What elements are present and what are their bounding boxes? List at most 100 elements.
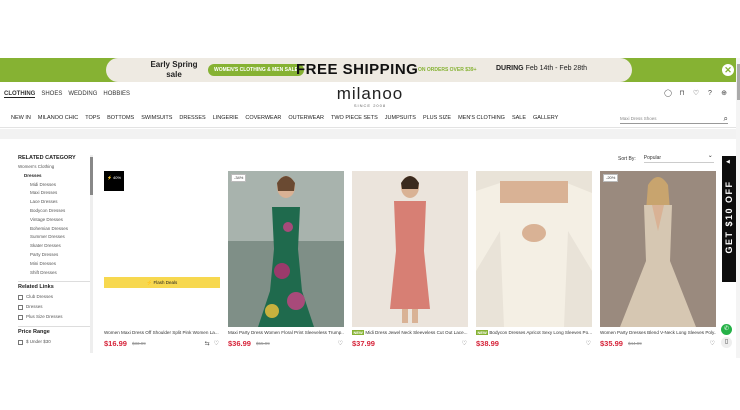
help-icon[interactable]: ? [706,90,714,98]
wishlist-icon[interactable]: ♡ [692,90,700,98]
search-icon[interactable]: ⌕ [724,114,728,123]
product-title[interactable]: Maxi Party Dress Women Floral Print Slee… [228,330,344,335]
price-range-checkbox[interactable]: $ Under $30 [18,337,92,347]
account-icon[interactable]: ◯ [664,90,672,98]
wishlist-icon[interactable]: ♡ [338,340,343,347]
product-title[interactable]: Women Maxi Dress Off Shoulder Split Pink… [104,330,220,335]
subcategory-item[interactable]: Bohemian Dresses [18,225,92,234]
product-card[interactable]: NEW Midi Dress Jewel Neck Sleeveless Cut … [352,171,468,351]
wishlist-icon[interactable]: ♡ [214,340,219,347]
divider-strip [0,129,740,139]
nav-dresses[interactable]: DRESSES [179,115,205,121]
subcategory-item[interactable]: Summer Dresses [18,233,92,242]
search-placeholder: Maxi Dress Shoes [620,116,657,121]
category-current[interactable]: Dresses [18,172,92,181]
nav-bottoms[interactable]: BOTTOMS [107,115,134,121]
search-input[interactable]: Maxi Dress Shoes ⌕ [620,114,728,124]
logo-text: milanoo [336,84,404,103]
related-link-checkbox[interactable]: Plus Size Dresses [18,312,92,322]
discount-badge: -34% [231,174,247,182]
top-cat-shoes[interactable]: SHOES [41,91,62,98]
product-old-price: $44.99 [628,341,642,346]
product-title[interactable]: NEW Midi Dress Jewel Neck Sleeveless Cut … [352,330,468,335]
nav-items: NEW IN MILANOO CHIC TOPS BOTTOMS SWIMSUI… [11,115,558,121]
product-actions: ⇆ ♡ [205,340,219,347]
nav-gallery[interactable]: GALLERY [533,115,558,121]
nav-coverwear[interactable]: COVERWEAR [245,115,281,121]
top-cat-clothing[interactable]: CLOTHING [4,91,36,98]
nav-swimsuits[interactable]: SWIMSUITS [141,115,172,121]
product-old-price: $55.99 [256,341,270,346]
subcategory-item[interactable]: Vintage Dresses [18,216,92,225]
product-image[interactable]: -34% [228,171,344,327]
product-card[interactable]: ⚡ 40% ⚡ Flash Deals Women Maxi Dress Off… [104,171,220,351]
product-actions: ♡ [338,340,343,347]
subcategory-item[interactable]: Skater Dresses [18,242,92,251]
product-image[interactable]: -20% [600,171,716,327]
flash-deals-bar[interactable]: ⚡ Flash Deals [104,277,220,288]
nav-milanoo-chic[interactable]: MILANOO CHIC [38,115,78,121]
page-scrollbar[interactable] [736,58,740,358]
share-icon[interactable]: ⇆ [205,340,210,347]
product-card[interactable]: NEW Bodycon Dresses Apricot Sexy Long Sle… [476,171,592,351]
order-threshold: ON ORDERS OVER $39+ [418,67,477,73]
wishlist-icon[interactable]: ♡ [710,340,715,347]
top-category-nav: CLOTHING SHOES WEDDING HOBBIES [4,91,130,98]
nav-jumpsuits[interactable]: JUMPSUITS [385,115,416,121]
wishlist-icon[interactable]: ♡ [586,340,591,347]
nav-sale[interactable]: SALE [512,115,526,121]
nav-tops[interactable]: TOPS [85,115,100,121]
product-title[interactable]: Women Party Dresses Blend V-Neck Long Sl… [600,330,716,335]
globe-icon[interactable]: ⊕ [720,90,728,98]
subcategory-item[interactable]: Mini Dresses [18,260,92,269]
site-logo[interactable]: milanoo SINCE 2008 [300,84,440,109]
product-image[interactable]: ⚡ 40% ⚡ Flash Deals [104,171,220,327]
promo-banner-card: Early Spring sale WOMEN'S CLOTHING & MEN… [106,58,632,82]
mobile-app-icon[interactable]: ▯ [721,337,732,348]
nav-outerwear[interactable]: OUTERWEAR [288,115,324,121]
subcategory-item[interactable]: Maxi Dresses [18,189,92,198]
product-image[interactable] [476,171,592,327]
product-title[interactable]: NEW Bodycon Dresses Apricot Sexy Long Sle… [476,330,592,335]
related-link-checkbox[interactable]: Dresses [18,302,92,312]
spring-sale-label: Early Spring sale [150,60,198,79]
top-cat-hobbies[interactable]: HOBBIES [103,91,130,98]
new-tag: NEW [476,330,489,335]
subcategory-item[interactable]: Shift Dresses [18,269,92,278]
subcategory-item[interactable]: Bodycon Dresses [18,207,92,216]
product-actions: ♡ [462,340,467,347]
product-card[interactable]: -34% Maxi Party Dress Women Floral Print… [228,171,344,351]
top-cat-wedding[interactable]: WEDDING [68,91,97,98]
header-icons: ◯ ⊓ ♡ ? ⊕ [664,90,728,98]
nav-two-piece-sets[interactable]: TWO PIECE SETS [331,115,378,121]
page: { "banner": { "spring": "Early Spring sa… [0,0,740,410]
nav-mens-clothing[interactable]: MEN'S CLOTHING [458,115,505,121]
product-price: $36.99 [228,339,251,348]
product-card[interactable]: -20% Women Party Dresses Blend V-Neck Lo… [600,171,716,351]
sidebar-scrollbar[interactable] [90,155,93,353]
product-price: $37.99 [352,339,375,348]
wishlist-icon[interactable]: ♡ [462,340,467,347]
sort-select[interactable]: Popular [643,152,714,163]
related-link-checkbox[interactable]: Club Dresses [18,292,92,302]
main-nav: NEW IN MILANOO CHIC TOPS BOTTOMS SWIMSUI… [0,110,740,128]
get-10-off-tab[interactable]: ◀ GET $10 OFF [722,156,736,282]
cart-icon[interactable]: ⊓ [678,90,686,98]
price-range-heading: Price Range [18,326,92,335]
product-actions: ♡ [710,340,715,347]
sequin-gown-photo [600,171,716,327]
chat-icon[interactable]: ✆ [721,324,732,335]
subcategory-item[interactable]: Party Dresses [18,251,92,260]
category-parent[interactable]: Women's Clothing [18,163,92,172]
product-image[interactable] [352,171,468,327]
nav-plus-size[interactable]: PLUS SIZE [423,115,451,121]
nav-lingerie[interactable]: LINGERIE [213,115,239,121]
subcategory-item[interactable]: Midi Dresses [18,181,92,190]
close-icon[interactable]: ✕ [722,64,734,76]
related-category-heading: RELATED CATEGORY [18,155,76,161]
free-shipping-headline: FREE SHIPPING [296,61,419,78]
product-old-price: $33.99 [132,341,146,346]
subcategory-item[interactable]: Lace Dresses [18,198,92,207]
nav-new-in[interactable]: NEW IN [11,115,31,121]
promo-banner[interactable]: Early Spring sale WOMEN'S CLOTHING & MEN… [0,58,740,82]
